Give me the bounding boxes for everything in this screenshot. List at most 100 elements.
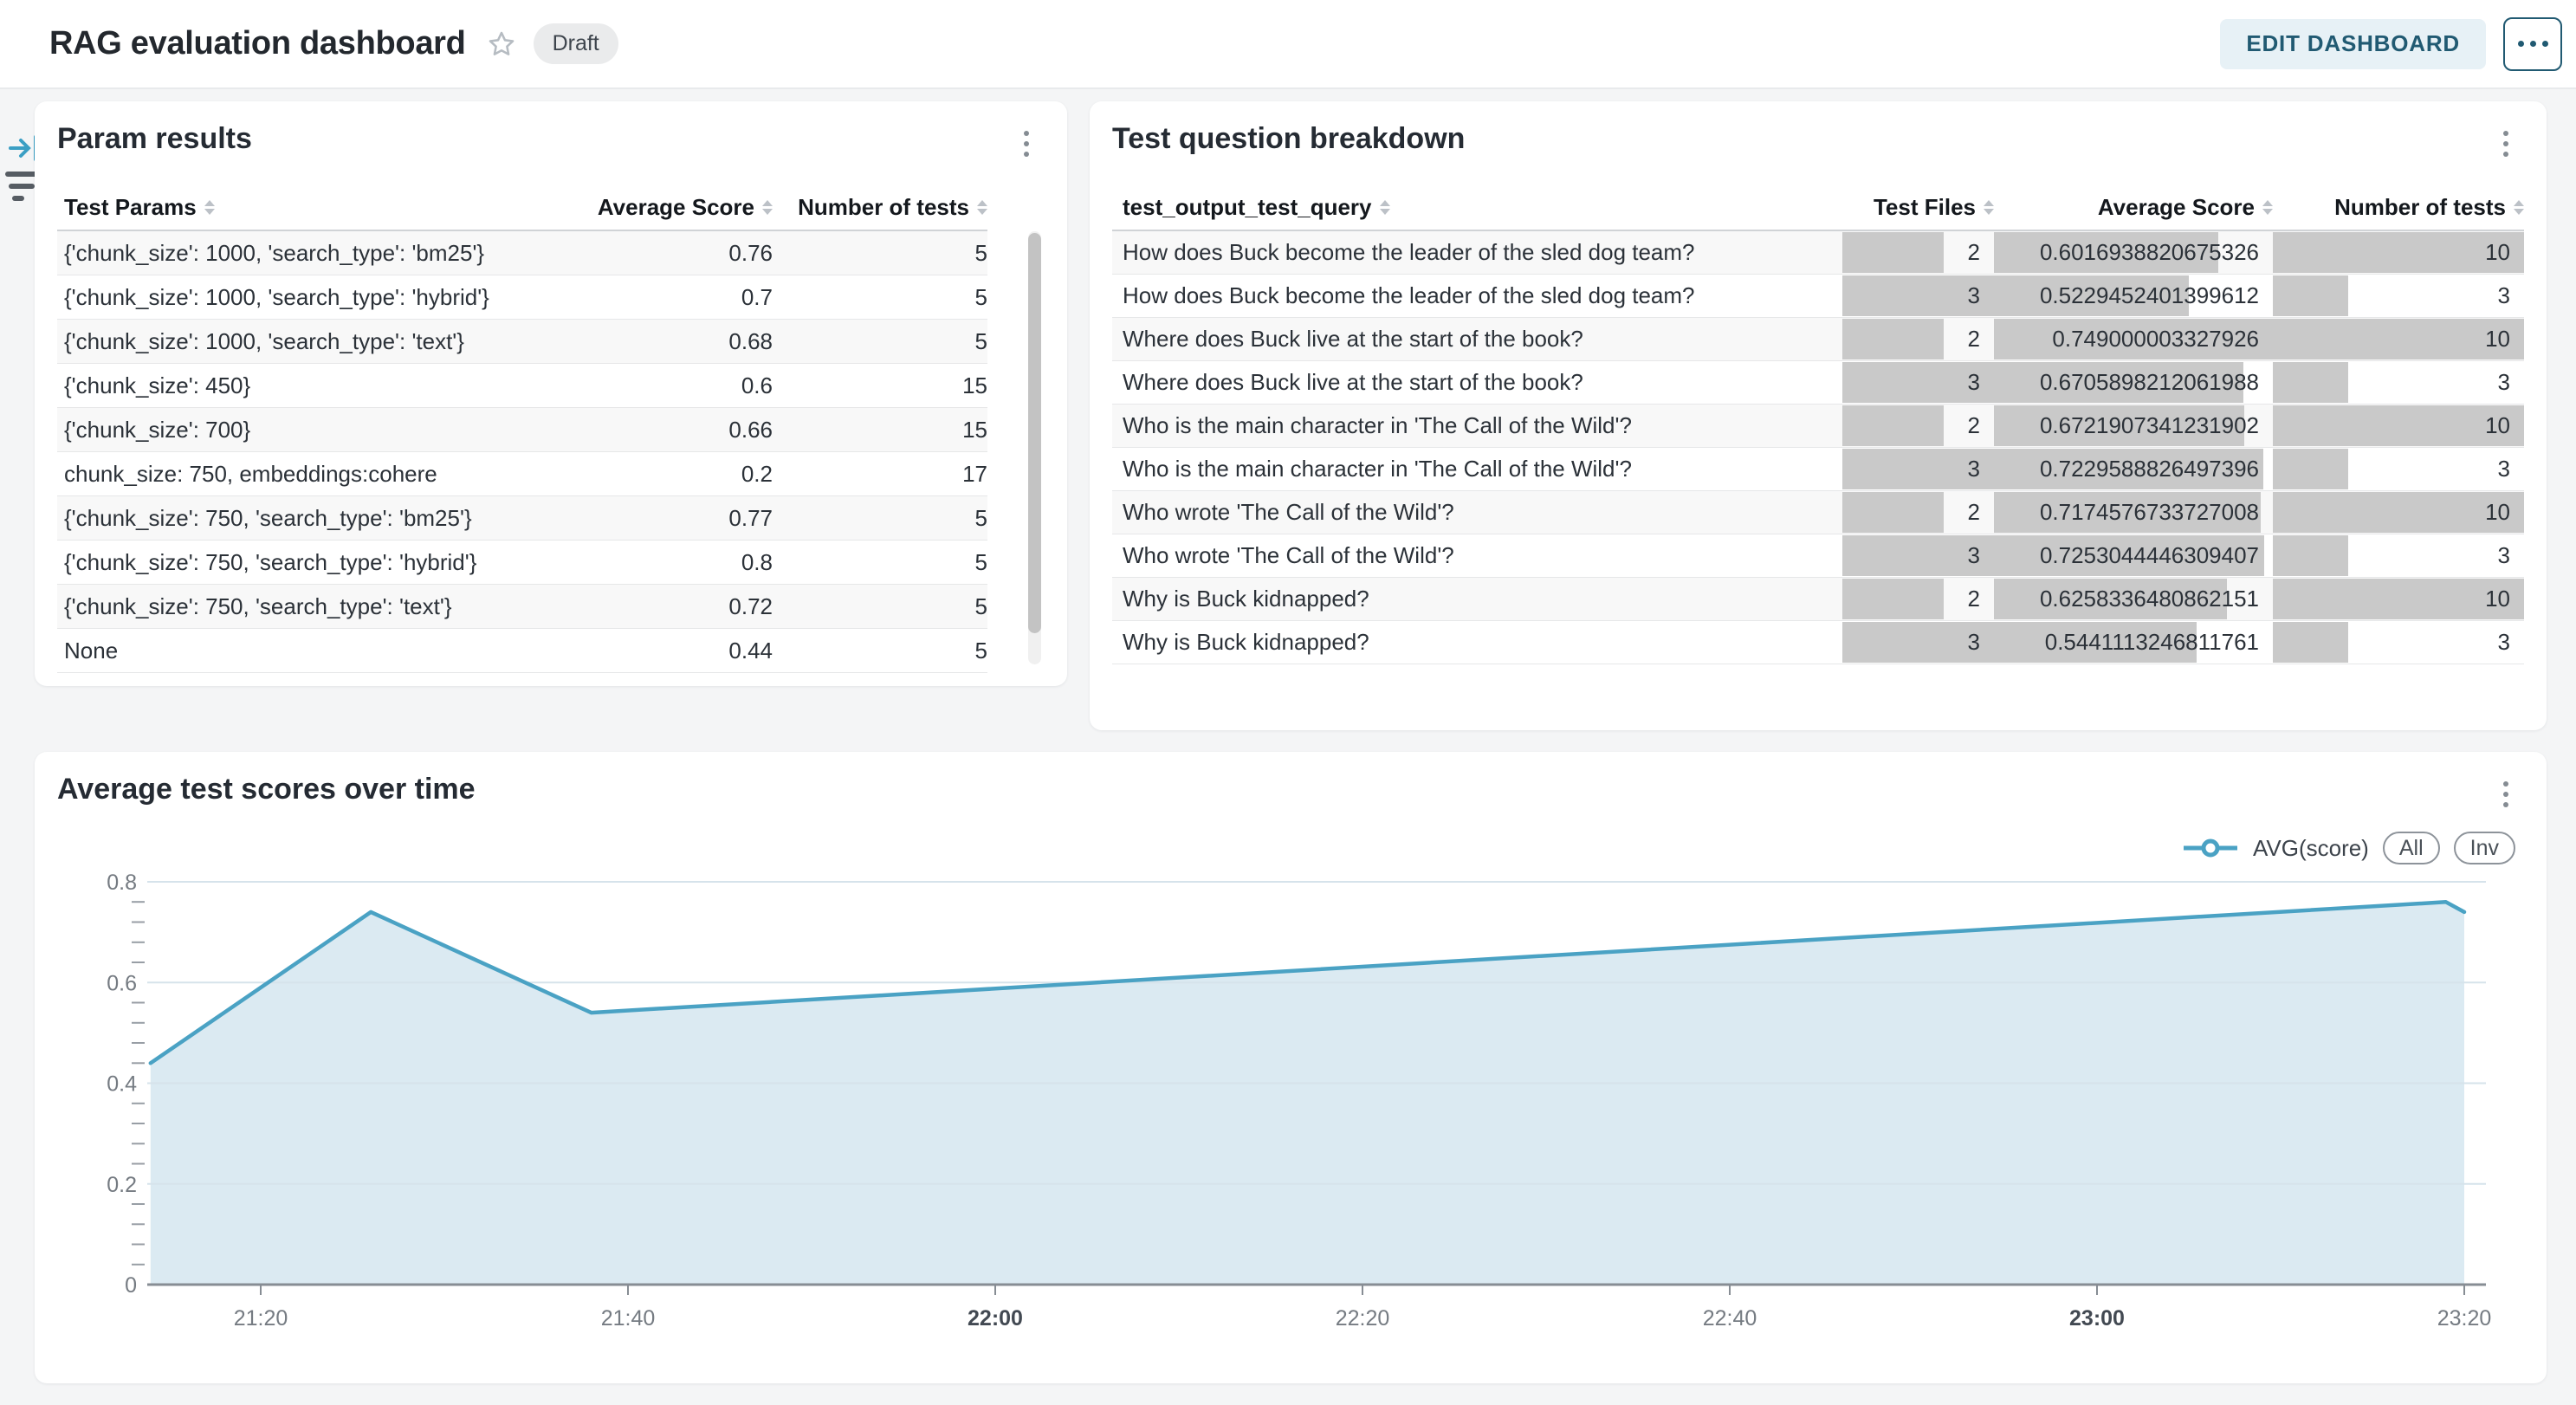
num-tests-cell: 10 — [2273, 318, 2524, 360]
panel-title: Test question breakdown — [1112, 122, 1465, 156]
sort-up-arrow — [762, 200, 773, 206]
chart-area-fill — [151, 902, 2464, 1285]
avg-score-cell-value: 0.7253044446309407 — [2040, 542, 2273, 569]
query-cell: Why is Buck kidnapped? — [1112, 578, 1842, 620]
edit-dashboard-button[interactable]: EDIT DASHBOARD — [2220, 19, 2486, 69]
table-row[interactable]: Who is the main character in 'The Call o… — [1112, 448, 2524, 491]
column-header[interactable]: Average Score — [1994, 194, 2273, 221]
panel-menu-kebab-icon[interactable] — [1020, 127, 1032, 160]
test-files-cell-value: 2 — [1968, 499, 1994, 526]
avg-score-cell: 0.5441113246811761 — [1994, 621, 2273, 664]
status-badge: Draft — [534, 23, 618, 64]
sort-icon[interactable] — [204, 200, 215, 215]
test-files-cell: 2 — [1842, 231, 1994, 274]
sort-up-arrow — [1380, 200, 1390, 206]
table-row[interactable]: chunk_size: 750, embeddings:cohere0.217 — [57, 452, 987, 496]
column-header[interactable]: Test Files — [1842, 194, 1994, 221]
num-tests-cell: 5 — [773, 231, 987, 275]
sort-icon[interactable] — [977, 200, 987, 215]
test-params-cell: {'chunk_size': 750, 'search_type': 'text… — [57, 585, 530, 628]
sort-icon[interactable] — [762, 200, 773, 215]
data-bar — [1842, 492, 1944, 533]
panel-title: Param results — [57, 122, 252, 156]
num-tests-cell-value: 10 — [2485, 586, 2524, 612]
table-row[interactable]: Why is Buck kidnapped? 2 0.625833648086215… — [1112, 578, 2524, 621]
table-row[interactable]: Where does Buck live at the start of the… — [1112, 318, 2524, 361]
query-cell: Who wrote 'The Call of the Wild'? — [1112, 491, 1842, 534]
panel-menu-kebab-icon[interactable] — [2500, 127, 2512, 160]
num-tests-cell: 5 — [773, 496, 987, 540]
test-files-cell: 3 — [1842, 534, 1994, 577]
y-tick-label: 0.6 — [107, 971, 137, 995]
page-title: RAG evaluation dashboard — [49, 25, 466, 62]
avg-score-cell: 0.6705898212061988 — [1994, 361, 2273, 404]
sort-icon[interactable] — [1984, 200, 1994, 215]
avg-score-cell-value: 0.6258336480862151 — [2040, 586, 2273, 612]
table-row[interactable]: Why is Buck kidnapped?30.544111324681176… — [1112, 621, 2524, 664]
column-header-label: Number of tests — [798, 194, 969, 221]
column-header[interactable]: Average Score — [530, 194, 773, 221]
table-row[interactable]: {'chunk_size': 750, 'search_type': 'text… — [57, 585, 987, 629]
test-files-cell-value: 2 — [1968, 586, 1994, 612]
scrollbar-thumb[interactable] — [1028, 233, 1041, 633]
test-params-cell: {'chunk_size': 1000, 'search_type': 'tex… — [57, 320, 530, 363]
test-params-cell: None — [57, 629, 530, 672]
table-row[interactable]: Who wrote 'The Call of the Wild'?3 0.7253… — [1112, 534, 2524, 578]
sort-down-arrow — [977, 209, 987, 215]
avg-score-cell: 0.7 — [530, 275, 773, 319]
column-header[interactable]: Number of tests — [2273, 194, 2524, 221]
avg-score-cell: 0.6016938820675326 — [1994, 231, 2273, 274]
data-bar — [1842, 319, 1944, 359]
table-row[interactable]: Who is the main character in 'The Call o… — [1112, 405, 2524, 448]
table-row[interactable]: None0.445 — [57, 629, 987, 673]
sort-down-arrow — [204, 209, 215, 215]
test-files-cell: 3 — [1842, 275, 1994, 317]
num-tests-cell: 17 — [773, 452, 987, 495]
table-row[interactable]: How does Buck become the leader of the s… — [1112, 231, 2524, 275]
sort-icon[interactable] — [1380, 200, 1390, 215]
avg-score-cell: 0.6 — [530, 364, 773, 407]
test-files-cell-value: 3 — [1968, 456, 1994, 482]
column-header[interactable]: Number of tests — [773, 194, 987, 221]
query-cell: Why is Buck kidnapped? — [1112, 621, 1842, 664]
table-row[interactable]: How does Buck become the leader of the s… — [1112, 275, 2524, 318]
query-cell: Who wrote 'The Call of the Wild'? — [1112, 534, 1842, 577]
y-tick-label: 0.4 — [107, 1072, 137, 1097]
x-tick-label: 21:40 — [601, 1306, 656, 1331]
table-row[interactable]: {'chunk_size': 450}0.615 — [57, 364, 987, 408]
table-row[interactable]: {'chunk_size': 750, 'search_type': 'bm25… — [57, 496, 987, 541]
sort-down-arrow — [762, 209, 773, 215]
avg-score-cell-value: 0.5229452401399612 — [2040, 282, 2273, 309]
avg-score-cell: 0.7229588826497396 — [1994, 448, 2273, 490]
test-files-cell-value: 2 — [1968, 326, 1994, 353]
sort-up-arrow — [204, 200, 215, 206]
sort-icon[interactable] — [2514, 200, 2524, 215]
test-files-cell-value: 2 — [1968, 239, 1994, 266]
num-tests-cell: 5 — [773, 320, 987, 363]
query-cell: Who is the main character in 'The Call o… — [1112, 405, 1842, 447]
data-bar — [2273, 362, 2348, 403]
sort-icon[interactable] — [2262, 200, 2273, 215]
data-bar — [2273, 449, 2348, 489]
table-row[interactable]: {'chunk_size': 1000, 'search_type': 'bm2… — [57, 231, 987, 275]
query-cell: Where does Buck live at the start of the… — [1112, 361, 1842, 404]
data-bar — [2273, 535, 2348, 576]
table-row[interactable]: {'chunk_size': 1000, 'search_type': 'tex… — [57, 320, 987, 364]
table-row[interactable]: Where does Buck live at the start of the… — [1112, 361, 2524, 405]
more-options-button[interactable] — [2503, 17, 2562, 71]
favorite-star-icon[interactable] — [487, 29, 516, 59]
x-tick-label: 22:40 — [1703, 1306, 1757, 1331]
num-tests-cell: 3 — [2273, 448, 2524, 490]
column-header[interactable]: Test Params — [57, 194, 530, 221]
table-row[interactable]: {'chunk_size': 1000, 'search_type': 'hyb… — [57, 275, 987, 320]
table-row[interactable]: {'chunk_size': 700}0.6615 — [57, 408, 987, 452]
num-tests-cell-value: 10 — [2485, 326, 2524, 353]
table-row[interactable]: Who wrote 'The Call of the Wild'?20.7174… — [1112, 491, 2524, 534]
test-params-cell: chunk_size: 750, embeddings:cohere — [57, 452, 530, 495]
table-row[interactable]: {'chunk_size': 750, 'search_type': 'hybr… — [57, 541, 987, 585]
table-scrollbar — [1028, 231, 1041, 664]
avg-score-cell-value: 0.749000003327926 — [2052, 326, 2273, 353]
column-header[interactable]: test_output_test_query — [1112, 194, 1842, 221]
test-files-cell: 2 — [1842, 578, 1994, 620]
avg-score-cell: 0.749000003327926 — [1994, 318, 2273, 360]
